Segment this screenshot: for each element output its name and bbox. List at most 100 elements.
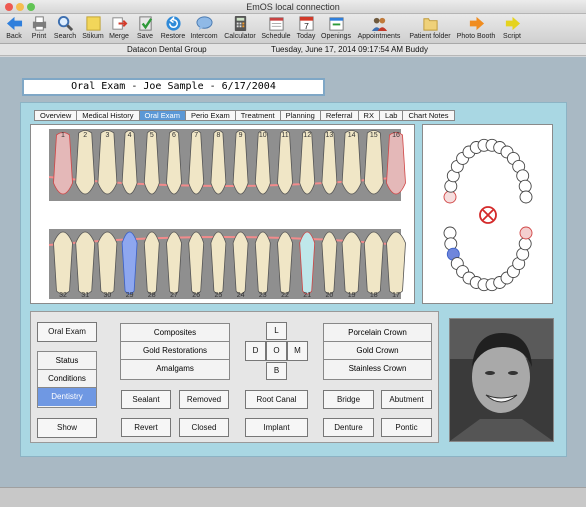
- denture-button[interactable]: Denture: [323, 418, 374, 437]
- svg-text:7: 7: [304, 21, 309, 31]
- upper-tooth-number: 2: [83, 132, 87, 139]
- arch-diagram[interactable]: [423, 125, 554, 305]
- upper-tooth: [254, 130, 271, 195]
- bridge-button[interactable]: Bridge: [323, 390, 374, 409]
- gold-crown-button[interactable]: Gold Crown: [324, 342, 431, 360]
- restore-button[interactable]: Restore: [159, 15, 187, 40]
- oral-exam-button[interactable]: Oral Exam: [37, 322, 97, 342]
- show-button[interactable]: Show: [37, 418, 97, 438]
- date-time-user: Tuesday, June 17, 2014 09:17:54 AM Buddy: [271, 45, 428, 54]
- openings-icon: [328, 17, 344, 31]
- lower-tooth: [363, 231, 384, 295]
- merge-button[interactable]: Merge: [107, 15, 131, 40]
- lower-tooth: [341, 231, 362, 295]
- lower-tooth-number: 28: [148, 292, 156, 299]
- lower-tooth-number: 22: [281, 292, 289, 299]
- lower-tooth-number: 27: [170, 292, 178, 299]
- patient-folder-button[interactable]: Patient folder: [407, 15, 453, 40]
- revert-button[interactable]: Revert: [121, 418, 171, 437]
- lower-tooth: [277, 231, 293, 295]
- lower-tooth-number: 18: [370, 292, 378, 299]
- abutment-button[interactable]: Abutment: [381, 390, 432, 409]
- surface-lingual-button[interactable]: L: [266, 322, 287, 340]
- tab-lab[interactable]: Lab: [380, 111, 404, 120]
- sealant-button[interactable]: Sealant: [121, 390, 171, 409]
- upper-tooth: [166, 130, 182, 195]
- photo-booth-button[interactable]: Photo Booth: [455, 15, 497, 40]
- appointments-button[interactable]: Appointments: [356, 15, 402, 40]
- printer-icon: [32, 16, 46, 31]
- lower-tooth-number: 26: [192, 292, 200, 299]
- print-button[interactable]: Print: [28, 15, 50, 40]
- tooth-chart-canvas[interactable]: 1 2 3 4 5 6 7 8 9 10 11 12 13 14 15 1632 31 30 29 28 27 26 25 2…: [31, 125, 416, 305]
- tab-rx[interactable]: RX: [359, 111, 380, 120]
- gold-restorations-button[interactable]: Gold Restorations: [121, 342, 229, 360]
- lightning-icon: [505, 16, 520, 31]
- lower-tooth-number: 21: [303, 292, 311, 299]
- lower-tooth-number: 31: [81, 292, 89, 299]
- close-window-button[interactable]: [5, 3, 13, 11]
- script-button[interactable]: Script: [499, 15, 525, 40]
- surface-buccal-button[interactable]: B: [266, 362, 287, 380]
- lower-tooth: [254, 231, 271, 295]
- upper-tooth: [75, 130, 96, 195]
- window-title: EmOS local connection: [246, 2, 340, 12]
- pontic-button[interactable]: Pontic: [381, 418, 432, 437]
- surface-occlusal-button[interactable]: O: [266, 341, 287, 361]
- lower-tooth-number: 19: [348, 292, 356, 299]
- lower-tooth-number: 29: [126, 292, 134, 299]
- tab-bar: Overview Medical History Oral Exam Perio…: [34, 110, 455, 121]
- lower-arch-tooth: [518, 237, 532, 251]
- lower-tooth: [143, 231, 160, 295]
- lower-tooth-number: 17: [392, 292, 400, 299]
- upper-tooth: [121, 130, 138, 195]
- tab-planning[interactable]: Planning: [281, 111, 321, 120]
- porcelain-crown-button[interactable]: Porcelain Crown: [324, 324, 431, 342]
- merge-icon: [111, 17, 127, 30]
- implant-button[interactable]: Implant: [245, 418, 308, 437]
- upper-tooth: [97, 130, 118, 195]
- closed-button[interactable]: Closed: [179, 418, 229, 437]
- amalgams-button[interactable]: Amalgams: [121, 360, 229, 378]
- lower-tooth: [299, 231, 316, 295]
- tab-medical-history[interactable]: Medical History: [77, 111, 140, 120]
- lower-tooth: [210, 231, 227, 295]
- intercom-button[interactable]: Intercom: [188, 15, 220, 40]
- lower-tooth: [166, 231, 182, 295]
- surface-distal-button[interactable]: D: [245, 341, 266, 361]
- today-button[interactable]: 7 Today: [294, 15, 318, 40]
- tab-perio-exam[interactable]: Perio Exam: [186, 111, 236, 120]
- upper-tooth-number: 13: [326, 132, 334, 139]
- status-button[interactable]: Status: [38, 352, 96, 370]
- surface-mesial-button[interactable]: M: [287, 341, 308, 361]
- schedule-button[interactable]: Schedule: [260, 15, 292, 40]
- calculator-button[interactable]: Calculator: [222, 15, 258, 40]
- tab-referral[interactable]: Referral: [321, 111, 359, 120]
- minimize-window-button[interactable]: [16, 3, 24, 11]
- search-button[interactable]: Search: [53, 15, 77, 40]
- tab-overview[interactable]: Overview: [35, 111, 78, 120]
- stikum-button[interactable]: Stikum: [80, 15, 106, 40]
- save-button[interactable]: Save: [134, 15, 156, 40]
- tab-treatment[interactable]: Treatment: [236, 111, 281, 120]
- title-bar: EmOS local connection: [0, 0, 586, 14]
- magnifier-icon: [57, 15, 73, 32]
- tab-chart-notes[interactable]: Chart Notes: [403, 111, 453, 120]
- tab-oral-exam[interactable]: Oral Exam: [139, 111, 186, 120]
- back-arrow-icon: [6, 16, 22, 31]
- upper-tooth-number: 5: [150, 132, 154, 139]
- zoom-window-button[interactable]: [27, 3, 35, 11]
- conditions-button[interactable]: Conditions: [38, 370, 96, 388]
- back-button[interactable]: Back: [3, 15, 25, 40]
- save-icon: [138, 16, 152, 31]
- lower-tooth: [386, 231, 406, 295]
- restoration-group: Composites Gold Restorations Amalgams: [120, 323, 230, 380]
- upper-tooth-number: 15: [370, 132, 378, 139]
- lower-tooth-number: 25: [215, 292, 223, 299]
- openings-button[interactable]: Openings: [320, 15, 352, 40]
- removed-button[interactable]: Removed: [179, 390, 229, 409]
- composites-button[interactable]: Composites: [121, 324, 229, 342]
- dentistry-button[interactable]: Dentistry: [38, 388, 96, 406]
- root-canal-button[interactable]: Root Canal: [245, 390, 308, 409]
- stainless-crown-button[interactable]: Stainless Crown: [324, 360, 431, 378]
